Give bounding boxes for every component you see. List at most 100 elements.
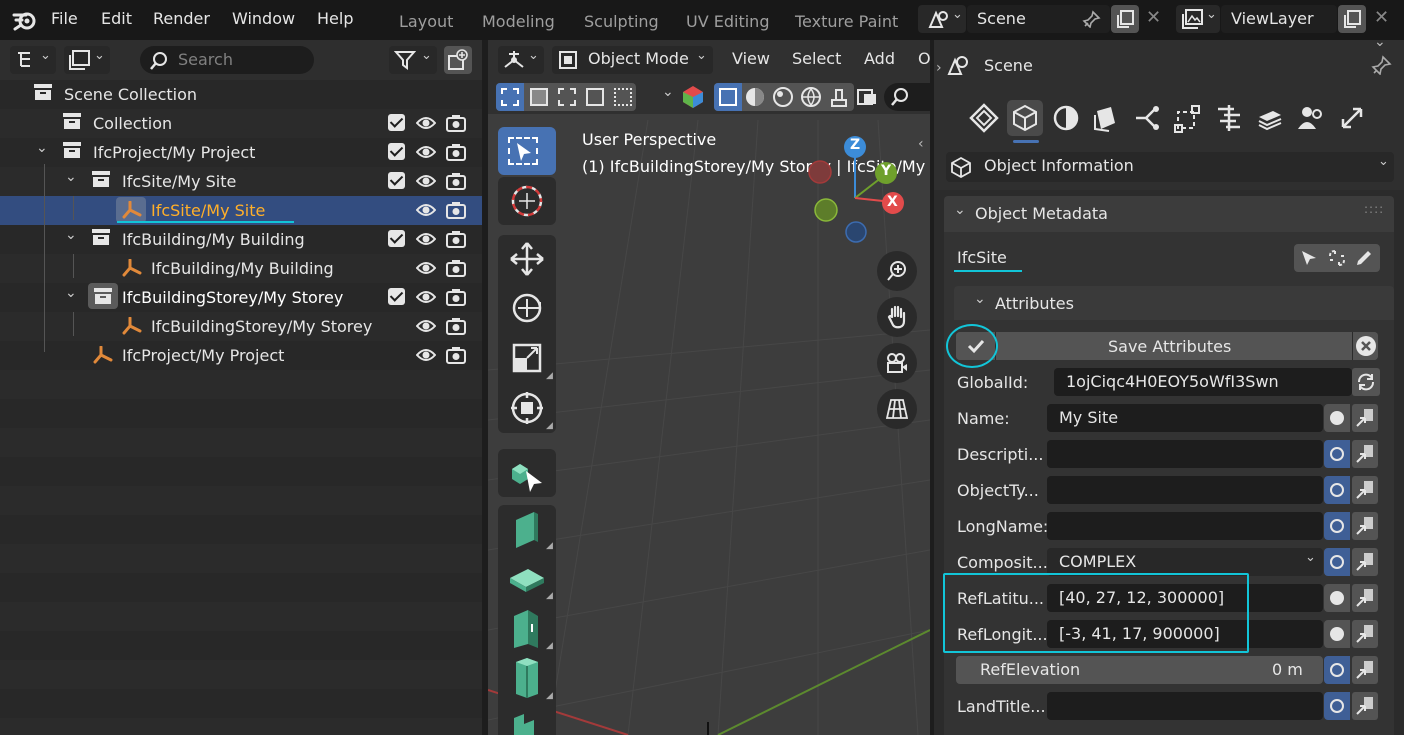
material-tab-icon[interactable] xyxy=(1051,103,1081,133)
chevron-down-icon[interactable]: ⌄ xyxy=(65,169,77,185)
scene-type-dropdown[interactable]: ⌄ xyxy=(918,5,966,33)
tree-item-label-active[interactable]: IfcBuildingStorey/My Storey xyxy=(122,288,343,307)
camera-view-button[interactable] xyxy=(877,343,917,383)
null-toggle[interactable] xyxy=(1324,692,1350,720)
eye-icon[interactable] xyxy=(416,143,436,161)
quality-tab-icon[interactable] xyxy=(1337,103,1367,133)
exclude-checkbox[interactable] xyxy=(388,114,405,131)
blender-logo-icon[interactable] xyxy=(12,8,38,32)
new-scene-button[interactable] xyxy=(1111,5,1139,33)
landtitlenumber-field[interactable] xyxy=(1047,692,1323,720)
pin-icon[interactable] xyxy=(1081,10,1101,28)
copy-attribute-button[interactable] xyxy=(1352,548,1378,576)
exclude-checkbox[interactable] xyxy=(388,172,405,189)
services-tab-icon[interactable] xyxy=(1132,103,1162,133)
object-metadata-header[interactable]: ⌄ Object Metadata :::: xyxy=(944,196,1394,232)
viewlayer-name-field[interactable]: ViewLayer xyxy=(1221,5,1337,33)
null-toggle[interactable] xyxy=(1324,620,1350,648)
tab-texture-paint[interactable]: Texture Paint xyxy=(795,12,898,31)
filter-mode-dropdown[interactable]: ⌄ xyxy=(64,46,110,74)
rendered-shading-icon[interactable] xyxy=(800,86,822,108)
eye-icon[interactable] xyxy=(416,114,436,132)
camera-icon[interactable] xyxy=(446,259,466,277)
eye-icon[interactable] xyxy=(416,259,436,277)
copy-attribute-button[interactable] xyxy=(1352,404,1378,432)
copy-attribute-button[interactable] xyxy=(1352,584,1378,612)
tab-sculpting[interactable]: Sculpting xyxy=(584,12,659,31)
chevron-down-icon[interactable]: ⌄ xyxy=(36,140,48,156)
name-field[interactable]: My Site xyxy=(1047,404,1323,432)
select-intersect-icon[interactable] xyxy=(614,88,632,106)
viewport-overlay-icon[interactable] xyxy=(856,86,878,108)
refelevation-slider[interactable]: RefElevation 0 m xyxy=(956,656,1323,684)
menu-view[interactable]: View xyxy=(732,49,770,68)
tree-item-label[interactable]: IfcBuildingStorey/My Storey xyxy=(151,317,372,336)
null-toggle[interactable] xyxy=(1324,656,1350,684)
tab-modeling[interactable]: Modeling xyxy=(482,12,555,31)
perspective-toggle-button[interactable] xyxy=(877,389,917,429)
chevron-down-icon[interactable]: ⌄ xyxy=(662,84,674,100)
eye-icon[interactable] xyxy=(416,317,436,335)
structural-tab-icon[interactable] xyxy=(1173,103,1203,133)
tree-item-label-selected[interactable]: IfcSite/My Site xyxy=(151,201,265,220)
add-element-tool[interactable] xyxy=(498,449,556,497)
select-extend-icon[interactable] xyxy=(530,88,548,106)
panel-selector-dropdown[interactable]: Object Information ⌄ xyxy=(946,152,1394,182)
tree-item-label[interactable]: IfcSite/My Site xyxy=(122,172,236,191)
wireframe-shading-button[interactable] xyxy=(714,83,742,111)
chevron-down-icon[interactable]: ⌄ xyxy=(65,227,77,243)
save-attributes-button[interactable]: Save Attributes xyxy=(1108,337,1231,356)
stair-tool-icon[interactable] xyxy=(510,706,544,735)
object-tab-icon[interactable] xyxy=(1010,103,1040,133)
camera-icon[interactable] xyxy=(446,172,466,190)
eye-icon[interactable] xyxy=(416,288,436,306)
description-field[interactable] xyxy=(1047,440,1323,468)
pan-button[interactable] xyxy=(877,297,917,337)
editor-type-dropdown[interactable]: ⌄ xyxy=(498,46,544,74)
documentation-tab-icon[interactable] xyxy=(1255,103,1285,133)
camera-icon[interactable] xyxy=(446,346,466,364)
tab-uv-editing[interactable]: UV Editing xyxy=(686,12,769,31)
material-shading-icon[interactable] xyxy=(772,86,794,108)
tree-item-label[interactable]: Scene Collection xyxy=(64,85,197,104)
tree-item-label[interactable]: IfcBuilding/My Building xyxy=(151,259,334,278)
null-toggle[interactable] xyxy=(1324,584,1350,612)
column-tool-icon[interactable] xyxy=(512,656,542,700)
menu-help[interactable]: Help xyxy=(317,9,353,28)
compositiontype-dropdown[interactable]: COMPLEX ⌄ xyxy=(1047,548,1323,576)
mode-dropdown[interactable]: Object Mode ⌄ xyxy=(552,46,713,74)
display-mode-dropdown[interactable]: ⌄ xyxy=(10,46,56,74)
copy-attribute-button[interactable] xyxy=(1352,512,1378,540)
move-tool-icon[interactable] xyxy=(509,241,545,277)
camera-icon[interactable] xyxy=(446,201,466,219)
schedule-tab-icon[interactable] xyxy=(1214,103,1244,133)
copy-attribute-button[interactable] xyxy=(1352,656,1378,684)
regenerate-globalid-button[interactable] xyxy=(1352,368,1380,396)
menu-render[interactable]: Render xyxy=(153,9,210,28)
chevron-down-icon[interactable]: ⌄ xyxy=(65,285,77,301)
pin-icon[interactable] xyxy=(1370,55,1392,75)
gizmo-toggle-icon[interactable] xyxy=(682,85,704,109)
chevron-right-icon[interactable]: › xyxy=(936,60,942,76)
sidebar-toggle-icon[interactable]: ‹ xyxy=(918,136,924,152)
copy-attribute-button[interactable] xyxy=(1352,440,1378,468)
camera-icon[interactable] xyxy=(446,114,466,132)
scene-name-field[interactable]: Scene xyxy=(967,5,1110,33)
viewport-search-input[interactable] xyxy=(884,83,930,111)
camera-icon[interactable] xyxy=(446,143,466,161)
select-new-button[interactable] xyxy=(496,83,524,111)
chevron-down-icon[interactable]: ⌄ xyxy=(1374,40,1386,50)
copy-attribute-button[interactable] xyxy=(1352,692,1378,720)
unlink-scene-icon[interactable]: ✕ xyxy=(1146,7,1161,28)
attributes-header[interactable]: ⌄ Attributes xyxy=(954,286,1394,320)
filter-dropdown[interactable]: ⌄ xyxy=(389,46,437,74)
select-cursor-icon[interactable] xyxy=(1300,249,1318,267)
bim-project-tab-icon[interactable] xyxy=(969,103,999,133)
edit-pencil-icon[interactable] xyxy=(1354,248,1374,268)
menu-add[interactable]: Add xyxy=(864,49,895,68)
exclude-checkbox[interactable] xyxy=(388,230,405,247)
door-tool-icon[interactable] xyxy=(510,608,544,650)
zoom-button[interactable] xyxy=(877,251,917,291)
tree-item-label[interactable]: IfcBuilding/My Building xyxy=(122,230,305,249)
cancel-button[interactable] xyxy=(1352,332,1378,360)
